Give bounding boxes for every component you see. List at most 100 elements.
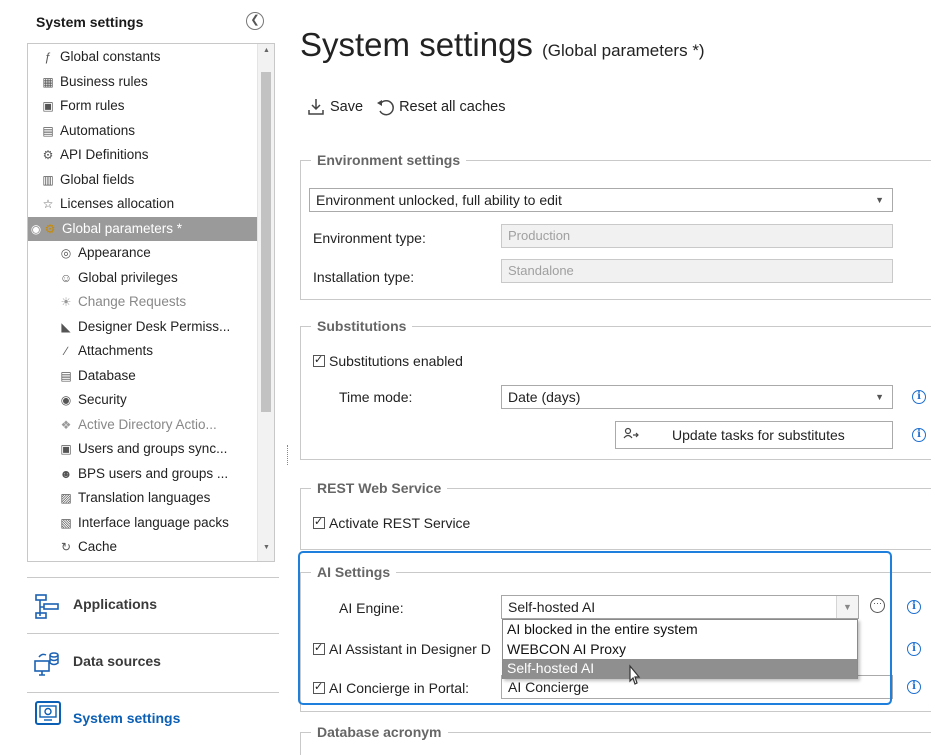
info-icon[interactable]: i — [912, 390, 926, 404]
rest-service-group: REST Web Service Activate REST Service — [300, 479, 931, 550]
time-mode-value: Date (days) — [508, 389, 581, 405]
tree-scrollbar[interactable]: ▲ ▼ — [257, 44, 274, 561]
tree-item[interactable]: ☺ Global privileges — [58, 266, 257, 290]
reset-caches-button[interactable]: Reset all caches — [375, 97, 505, 117]
substitutions-group: Substitutions Substitutions enabled Time… — [300, 317, 931, 460]
scroll-down-icon[interactable]: ▼ — [258, 544, 274, 551]
tree-item[interactable]: ◎ Appearance — [58, 241, 257, 265]
tree-item[interactable]: ▦ Business rules — [40, 70, 257, 94]
tree-item[interactable]: ▧ Interface language packs — [58, 511, 257, 535]
installation-type-value: Standalone — [508, 263, 574, 278]
tree-item[interactable]: ◣ Designer Desk Permiss... — [58, 315, 257, 339]
users-swap-icon — [623, 427, 639, 439]
checkbox-checked-icon — [313, 515, 325, 529]
tree-item[interactable]: ▤ Automations — [40, 119, 257, 143]
sidebar-title: System settings — [36, 14, 144, 30]
more-options-icon[interactable]: ··· — [870, 598, 885, 613]
tree-item[interactable]: ◉ ⚙ Global parameters * — [28, 216, 257, 241]
tree-item[interactable]: ▣ Form rules — [40, 94, 257, 118]
update-tasks-button[interactable]: Update tasks for substitutes — [615, 421, 893, 449]
collapse-icon[interactable]: ❮ — [246, 12, 264, 30]
environment-mode-select[interactable]: Environment unlocked, full ability to ed… — [309, 188, 893, 212]
database-acronym-title: Database acronym — [311, 723, 448, 741]
expand-icon[interactable]: ◉ — [30, 217, 42, 241]
scroll-up-icon[interactable]: ▲ — [258, 47, 274, 54]
environment-type-value: Production — [508, 228, 571, 243]
page-title-text: System settings — [300, 26, 533, 63]
page-title: System settings (Global parameters *) — [300, 26, 705, 64]
update-tasks-label: Update tasks for substitutes — [672, 427, 845, 443]
tree-item[interactable]: ☀ Change Requests — [58, 290, 257, 314]
tree-item[interactable]: ▣ Users and groups sync... — [58, 437, 257, 461]
settings-tree: ƒ Global constants ▦ Business rules ▣ Form ru… — [27, 43, 275, 562]
info-icon[interactable]: i — [907, 680, 921, 694]
nav-system-settings[interactable]: System settings — [27, 698, 279, 742]
ai-engine-option[interactable]: AI blocked in the entire system — [503, 620, 857, 640]
tree-item[interactable]: ▤ Database — [58, 364, 257, 388]
nav-divider — [27, 577, 279, 578]
chevron-down-icon: ▼ — [875, 195, 884, 205]
database-icon: ▤ — [60, 368, 72, 383]
save-icon — [308, 99, 324, 115]
substitutions-enabled-label: Substitutions enabled — [329, 353, 463, 369]
tree-item-label: Designer Desk Permiss... — [78, 318, 231, 334]
undo-icon — [377, 99, 394, 116]
tree-item-label: Global privileges — [78, 269, 178, 285]
tree-item-label: Attachments — [78, 343, 154, 358]
form-rules-icon: ▣ — [42, 99, 54, 113]
tree-item-label: Interface language packs — [78, 514, 229, 530]
activate-rest-label: Activate REST Service — [329, 515, 471, 531]
environment-settings-title: Environment settings — [311, 151, 467, 169]
save-label: Save — [330, 99, 364, 115]
tree-item[interactable]: ❖ Active Directory Actio... — [58, 413, 257, 437]
installation-type-field: Standalone — [501, 259, 893, 283]
nav-applications[interactable]: Applications — [27, 584, 279, 628]
save-button[interactable]: Save — [306, 97, 363, 117]
tree-item[interactable]: ◉ Security — [58, 388, 257, 412]
tree-item[interactable]: ƒ Global constants — [40, 45, 257, 69]
tree-item-label: Users and groups sync... — [78, 441, 228, 456]
tree-item-label: Business rules — [60, 73, 148, 89]
rest-service-title: REST Web Service — [311, 479, 448, 497]
tree-item[interactable]: ∕ Attachments — [58, 339, 257, 363]
tree-item-label: Global parameters * — [62, 220, 183, 236]
refresh-icon: ↻ — [60, 540, 72, 554]
tree-item[interactable]: ▥ Global fields — [40, 168, 257, 192]
tree-item-label: Database — [78, 367, 136, 383]
group-icon: ☻ — [59, 466, 73, 481]
tree-item-label: Translation languages — [78, 490, 211, 505]
splitter-handle[interactable] — [287, 445, 289, 465]
info-icon[interactable]: i — [907, 600, 921, 614]
scroll-thumb[interactable] — [261, 72, 271, 412]
tree-item-label: Appearance — [78, 245, 151, 260]
tree-item-label: Licenses allocation — [60, 196, 175, 211]
time-mode-select[interactable]: Date (days) ▼ — [501, 385, 893, 409]
installation-type-label: Installation type: — [313, 269, 415, 285]
nav-applications-label: Applications — [73, 596, 158, 612]
designer-icon: ◣ — [61, 319, 71, 334]
ai-engine-option[interactable]: WEBCON AI Proxy — [503, 640, 857, 660]
activate-rest-checkbox[interactable]: Activate REST Service — [313, 515, 470, 531]
page-subtitle: (Global parameters *) — [542, 41, 705, 60]
nav-divider — [27, 633, 279, 634]
tree-item[interactable]: ☻ BPS users and groups ... — [58, 462, 257, 486]
translate-icon: ▨ — [60, 491, 72, 505]
applications-icon — [35, 594, 59, 619]
automation-icon: ▤ — [42, 123, 54, 138]
tree-item[interactable]: ☆ Licenses allocation — [40, 192, 257, 216]
info-icon[interactable]: i — [907, 642, 921, 656]
info-icon[interactable]: i — [912, 428, 926, 442]
tree-item[interactable]: ▨ Translation languages — [58, 486, 257, 510]
system-settings-icon — [35, 701, 61, 725]
tree-item-label: Global constants — [60, 49, 161, 64]
users-icon: ☺ — [59, 270, 73, 285]
nav-data-sources[interactable]: Data sources — [27, 641, 279, 685]
tree-item[interactable]: ↻ Cache — [58, 535, 257, 559]
shield-icon: ◉ — [60, 393, 72, 407]
tree-item[interactable]: ⚙ API Definitions — [40, 143, 257, 167]
ai-engine-option[interactable]: Self-hosted AI — [503, 659, 857, 679]
license-icon: ☆ — [42, 197, 54, 211]
lightbulb-icon: ☀ — [60, 295, 72, 309]
substitutions-enabled-checkbox[interactable]: Substitutions enabled — [313, 353, 463, 369]
tree-item-label: Form rules — [60, 98, 125, 113]
